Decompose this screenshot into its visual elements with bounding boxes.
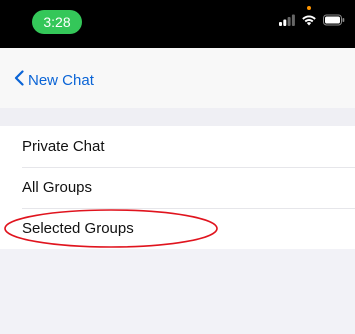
section-separator (0, 108, 355, 126)
list-item-label: Private Chat (22, 138, 105, 155)
time-display: 3:28 (32, 10, 82, 34)
screen: 3:28 New Chat Private Chat All Groups Se… (0, 0, 355, 334)
back-button-label: New Chat (28, 71, 94, 89)
chat-type-list: Private Chat All Groups Selected Groups (0, 126, 355, 249)
mic-indicator-dot (307, 6, 311, 10)
wifi-icon (301, 13, 317, 31)
list-item-private-chat[interactable]: Private Chat (0, 126, 355, 167)
chevron-left-icon (14, 70, 24, 90)
battery-icon (323, 13, 345, 31)
list-item-label: All Groups (22, 179, 93, 196)
list-item-label: Selected Groups (22, 220, 134, 237)
back-button[interactable]: New Chat (14, 70, 94, 90)
status-icons (279, 14, 345, 30)
list-item-all-groups[interactable]: All Groups (0, 167, 355, 208)
list-item-selected-groups[interactable]: Selected Groups (0, 208, 355, 249)
status-bar: 3:28 (0, 0, 355, 48)
signal-icon (279, 13, 295, 31)
